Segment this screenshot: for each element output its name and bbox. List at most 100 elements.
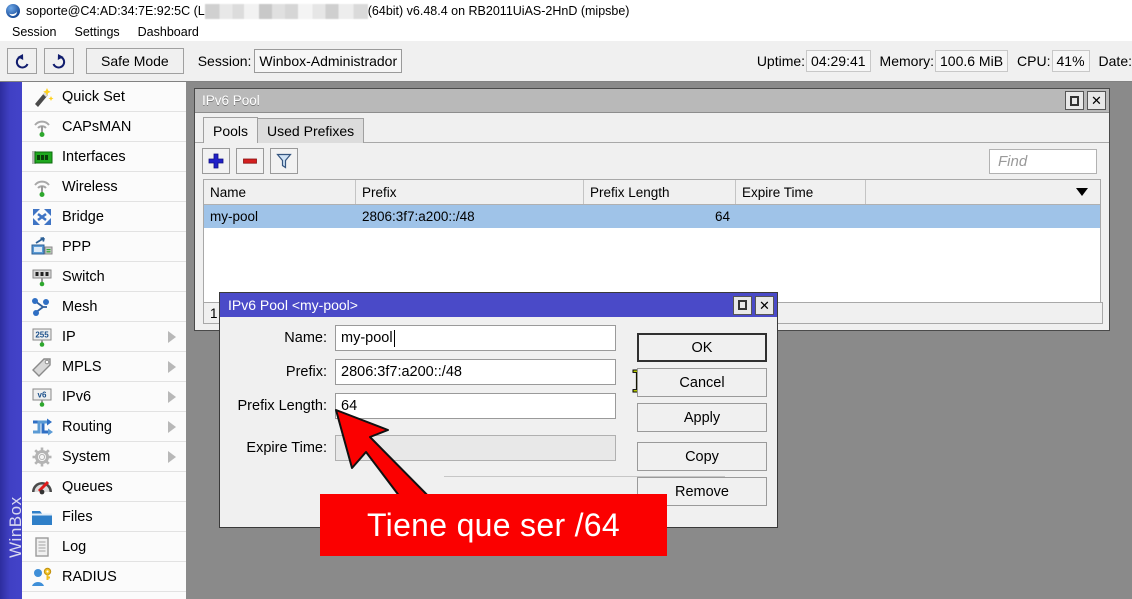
prefix-length-input[interactable]: 64 (335, 393, 616, 419)
sidebar-item-label: Queues (62, 479, 113, 495)
winbox-accent-strip: WinBox (0, 82, 22, 599)
mpls-tag-icon (30, 356, 54, 378)
remove-pool-button[interactable] (236, 148, 264, 174)
maximize-icon[interactable] (1065, 91, 1084, 110)
close-icon[interactable]: ✕ (1087, 91, 1106, 110)
dialog-button-group: OK Cancel Apply Copy Remove (637, 333, 767, 512)
cancel-button[interactable]: Cancel (637, 368, 767, 397)
ipv6-pool-toolbar: Find (195, 143, 1109, 179)
sidebar-item-ipv6[interactable]: v6 IPv6 (22, 382, 186, 412)
svg-text:255: 255 (35, 330, 49, 339)
column-options-button[interactable] (866, 180, 1100, 204)
memory-label: Memory: (880, 53, 934, 69)
winbox-application: soporte@C4:AD:34:7E:92:5C (L (64bit) v6.… (0, 0, 1132, 599)
date-label: Date: (1099, 53, 1132, 69)
column-header-name[interactable]: Name (204, 180, 356, 204)
menu-item-session[interactable]: Session (4, 25, 64, 39)
routing-icon (30, 416, 54, 438)
ppp-icon (30, 236, 54, 258)
sidebar-item-label: Log (62, 539, 86, 555)
column-header-prefix-length[interactable]: Prefix Length (584, 180, 736, 204)
find-input[interactable]: Find (989, 149, 1097, 174)
sidebar-item-wireless[interactable]: Wireless (22, 172, 186, 202)
cell-expire-time (736, 205, 866, 228)
sidebar-item-bridge[interactable]: Bridge (22, 202, 186, 232)
table-row[interactable]: my-pool 2806:3f7:a200::/48 64 (204, 205, 1100, 228)
name-input[interactable]: my-pool (335, 325, 616, 351)
dialog-window-buttons: ✕ (733, 296, 774, 315)
sidebar-item-queues[interactable]: Queues (22, 472, 186, 502)
column-header-prefix[interactable]: Prefix (356, 180, 584, 204)
undo-button[interactable] (7, 48, 37, 74)
log-icon (30, 536, 54, 558)
cell-prefix-length: 64 (584, 205, 736, 228)
chevron-down-icon (1076, 188, 1088, 196)
menu-item-dashboard[interactable]: Dashboard (130, 25, 207, 39)
filter-funnel-icon (275, 152, 293, 170)
ipv6-pool-title: IPv6 Pool (202, 93, 260, 108)
prefix-input[interactable]: 2806:3f7:a200::/48 (335, 359, 616, 385)
sidebar-item-label: IPv6 (62, 389, 91, 405)
dialog-title: IPv6 Pool <my-pool> (228, 297, 358, 313)
window-title-suffix: (64bit) v6.48.4 on RB2011UiAS-2HnD (mips… (368, 4, 630, 18)
expire-time-label: Expire Time: (220, 440, 335, 456)
redacted-text-block (205, 4, 368, 19)
sidebar-item-mesh[interactable]: Mesh (22, 292, 186, 322)
bridge-arrows-icon (30, 206, 54, 228)
column-header-expire-time[interactable]: Expire Time (736, 180, 866, 204)
minus-icon (241, 152, 259, 170)
prefix-length-label: Prefix Length: (220, 398, 335, 414)
expire-time-input[interactable] (335, 435, 616, 461)
svg-text:v6: v6 (38, 390, 47, 399)
tab-pools[interactable]: Pools (203, 117, 258, 143)
main-toolbar: Safe Mode Session: Winbox-Administrador … (0, 41, 1132, 82)
sidebar-item-system[interactable]: System (22, 442, 186, 472)
sidebar-menu: Quick Set CAPsMAN (22, 82, 187, 599)
window-title-prefix: soporte@C4:AD:34:7E:92:5C (L (26, 4, 205, 18)
memory-value: 100.6 MiB (935, 50, 1008, 72)
session-value[interactable]: Winbox-Administrador (254, 49, 402, 73)
filter-button[interactable] (270, 148, 298, 174)
uptime-value: 04:29:41 (806, 50, 871, 72)
folder-icon (30, 506, 54, 528)
dialog-titlebar: IPv6 Pool <my-pool> ✕ (220, 293, 777, 317)
annotation-text: Tiene que ser /64 (367, 507, 620, 544)
sidebar-item-interfaces[interactable]: Interfaces (22, 142, 186, 172)
sidebar-item-quick-set[interactable]: Quick Set (22, 82, 186, 112)
sidebar-item-files[interactable]: Files (22, 502, 186, 532)
ok-button[interactable]: OK (637, 333, 767, 362)
window-titlebar: soporte@C4:AD:34:7E:92:5C (L (64bit) v6.… (0, 0, 1132, 22)
redo-button[interactable] (44, 48, 74, 74)
sidebar-item-mpls[interactable]: MPLS (22, 352, 186, 382)
sidebar-item-capsman[interactable]: CAPsMAN (22, 112, 186, 142)
close-icon[interactable]: ✕ (755, 296, 774, 315)
prefix-input-value: 2806:3f7:a200::/48 (341, 364, 462, 380)
chevron-right-icon (168, 421, 176, 433)
add-pool-button[interactable] (202, 148, 230, 174)
safe-mode-button[interactable]: Safe Mode (86, 48, 184, 74)
antenna-icon (30, 176, 54, 198)
sidebar-item-radius[interactable]: RADIUS (22, 562, 186, 592)
sidebar-item-label: CAPsMAN (62, 119, 131, 135)
menu-item-settings[interactable]: Settings (66, 25, 127, 39)
maximize-icon[interactable] (733, 296, 752, 315)
sidebar-item-ppp[interactable]: PPP (22, 232, 186, 262)
tab-used-prefixes[interactable]: Used Prefixes (257, 118, 364, 143)
gear-icon (30, 446, 54, 468)
mesh-icon (30, 296, 54, 318)
sidebar-item-ip[interactable]: 255 IP (22, 322, 186, 352)
sidebar-item-routing[interactable]: Routing (22, 412, 186, 442)
copy-button[interactable]: Copy (637, 442, 767, 471)
ipv6-pool-edit-dialog: IPv6 Pool <my-pool> ✕ Name: my-pool Pref… (219, 292, 778, 528)
cpu-label: CPU: (1017, 53, 1050, 69)
cell-spacer (866, 205, 1100, 228)
cell-prefix: 2806:3f7:a200::/48 (356, 205, 584, 228)
switch-icon (30, 266, 54, 288)
cell-name: my-pool (204, 205, 356, 228)
name-input-value: my-pool (341, 330, 393, 346)
sidebar-item-label: Bridge (62, 209, 104, 225)
sidebar-item-switch[interactable]: Switch (22, 262, 186, 292)
sidebar-item-log[interactable]: Log (22, 532, 186, 562)
sidebar-item-label: Mesh (62, 299, 97, 315)
apply-button[interactable]: Apply (637, 403, 767, 432)
